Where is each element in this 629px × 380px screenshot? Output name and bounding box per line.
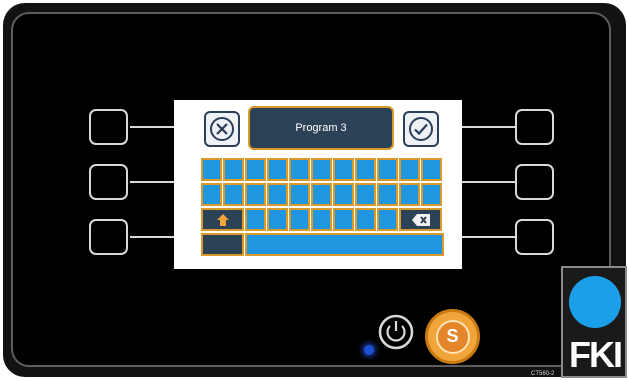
- soft-key-right-2[interactable]: [515, 164, 554, 200]
- key[interactable]: [421, 158, 442, 181]
- backspace-icon: [411, 213, 430, 226]
- keyboard-row-2: [201, 183, 444, 206]
- fki-logo: FKI: [561, 266, 627, 378]
- logo-circle: [569, 276, 621, 328]
- keyboard-row-3: [201, 208, 444, 231]
- key[interactable]: [289, 183, 310, 206]
- key[interactable]: [245, 208, 266, 231]
- key[interactable]: [333, 183, 354, 206]
- soft-key-connector: [462, 236, 515, 238]
- key[interactable]: [223, 183, 244, 206]
- key[interactable]: [355, 158, 376, 181]
- logo-text: FKI: [569, 334, 623, 375]
- status-led: [364, 345, 374, 355]
- soft-key-connector: [462, 181, 515, 183]
- s-button-label: S: [435, 319, 470, 354]
- key[interactable]: [399, 158, 420, 181]
- key[interactable]: [245, 183, 266, 206]
- keyboard-row-4: [201, 233, 444, 256]
- confirm-button[interactable]: [403, 111, 439, 147]
- power-icon[interactable]: [378, 314, 414, 350]
- mode-key[interactable]: [201, 233, 244, 256]
- display-screen: Program 3: [174, 100, 462, 269]
- model-label: CT560-2: [531, 371, 555, 377]
- key[interactable]: [421, 183, 442, 206]
- key[interactable]: [355, 208, 376, 231]
- soft-key-connector: [130, 126, 174, 128]
- key[interactable]: [311, 158, 332, 181]
- key[interactable]: [267, 183, 288, 206]
- key[interactable]: [377, 158, 398, 181]
- shift-key[interactable]: [201, 208, 244, 231]
- program-name-field[interactable]: Program 3: [248, 106, 394, 150]
- key[interactable]: [267, 208, 288, 231]
- soft-key-left-3[interactable]: [89, 219, 128, 255]
- key[interactable]: [377, 208, 398, 231]
- soft-key-left-2[interactable]: [89, 164, 128, 200]
- close-circle-icon: [210, 117, 234, 141]
- key[interactable]: [201, 158, 222, 181]
- cancel-button[interactable]: [204, 111, 240, 147]
- key[interactable]: [311, 208, 332, 231]
- shift-arrow-icon: [216, 213, 229, 226]
- soft-key-right-3[interactable]: [515, 219, 554, 255]
- on-screen-keyboard: [201, 158, 444, 258]
- key[interactable]: [399, 183, 420, 206]
- keyboard-row-1: [201, 158, 444, 181]
- space-bar[interactable]: [245, 233, 444, 256]
- check-circle-icon: [409, 117, 433, 141]
- key[interactable]: [333, 158, 354, 181]
- key[interactable]: [377, 183, 398, 206]
- key[interactable]: [267, 158, 288, 181]
- key[interactable]: [355, 183, 376, 206]
- key[interactable]: [333, 208, 354, 231]
- backspace-key[interactable]: [399, 208, 442, 231]
- soft-key-connector: [462, 126, 515, 128]
- key[interactable]: [289, 208, 310, 231]
- key[interactable]: [245, 158, 266, 181]
- program-name-text: Program 3: [295, 122, 347, 134]
- soft-key-connector: [130, 236, 174, 238]
- key[interactable]: [201, 183, 222, 206]
- soft-key-connector: [130, 181, 174, 183]
- key[interactable]: [289, 158, 310, 181]
- soft-key-right-1[interactable]: [515, 109, 554, 145]
- soft-key-left-1[interactable]: [89, 109, 128, 145]
- key[interactable]: [311, 183, 332, 206]
- key[interactable]: [223, 158, 244, 181]
- s-button[interactable]: S: [425, 309, 480, 364]
